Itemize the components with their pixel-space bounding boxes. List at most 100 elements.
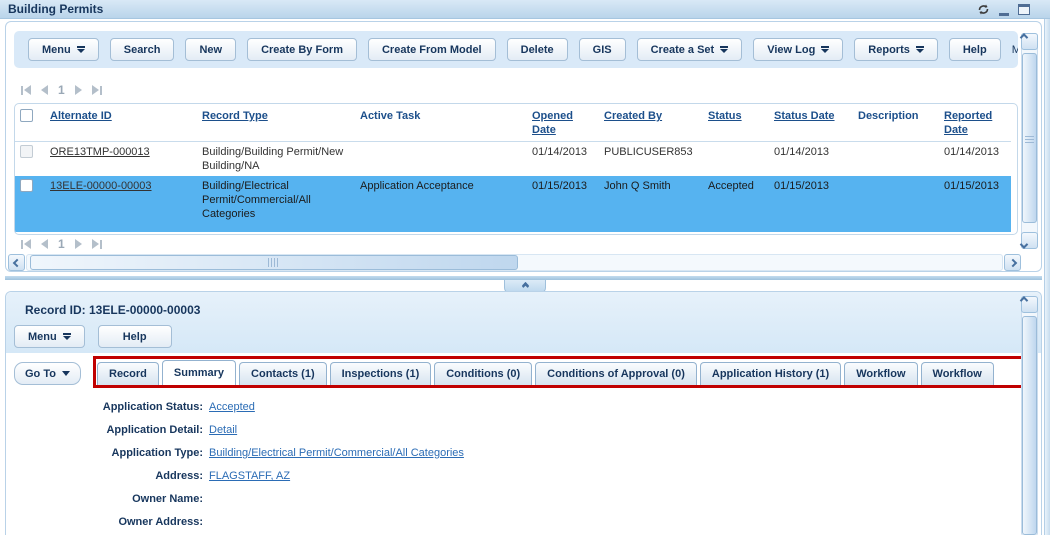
active-task-cell <box>355 142 527 177</box>
tab-contacts[interactable]: Contacts (1) <box>239 362 327 385</box>
status-cell <box>703 142 769 177</box>
select-all-checkbox[interactable] <box>20 109 33 122</box>
next-page-icon[interactable] <box>75 85 82 95</box>
minimize-icon[interactable] <box>999 13 1009 16</box>
scrollbar-thumb[interactable] <box>1022 53 1037 223</box>
delete-button[interactable]: Delete <box>507 38 568 61</box>
column-header-active-task: Active Task <box>360 110 420 122</box>
prev-page-icon[interactable] <box>41 239 48 249</box>
field-label: Application Type: <box>6 446 209 460</box>
last-page-icon[interactable] <box>92 239 102 249</box>
status-date-cell: 01/14/2013 <box>769 142 853 177</box>
tab-inspections[interactable]: Inspections (1) <box>330 362 432 385</box>
active-task-cell: Application Acceptance <box>355 176 527 232</box>
column-header-record-type[interactable]: Record Type <box>202 110 268 122</box>
field-address: Address: FLAGSTAFF, AZ <box>6 469 626 483</box>
column-header-status[interactable]: Status <box>708 110 742 122</box>
reports-button[interactable]: Reports <box>854 38 938 61</box>
record-id-title: Record ID: 13ELE-00000-00003 <box>25 303 200 317</box>
create-from-model-button[interactable]: Create From Model <box>368 38 496 61</box>
detail-help-button[interactable]: Help <box>98 325 172 348</box>
column-header-status-date[interactable]: Status Date <box>774 110 835 122</box>
row-checkbox[interactable] <box>20 179 33 192</box>
chevron-left-icon <box>12 258 20 266</box>
refresh-icon[interactable] <box>977 3 990 16</box>
list-vertical-scrollbar[interactable] <box>1021 33 1038 249</box>
status-cell: Accepted <box>703 176 769 232</box>
application-status-link[interactable]: Accepted <box>209 400 255 414</box>
view-log-button[interactable]: View Log <box>753 38 843 61</box>
help-button[interactable]: Help <box>949 38 1001 61</box>
record-id-link[interactable]: 13ELE-00000-00003 <box>50 180 152 192</box>
maximize-icon[interactable] <box>1018 4 1030 15</box>
reported-date-cell: 01/14/2013 <box>939 142 1011 177</box>
dropdown-icon <box>821 46 829 53</box>
tab-conditions[interactable]: Conditions (0) <box>434 362 532 385</box>
chevron-right-icon <box>1008 258 1016 266</box>
dropdown-icon <box>720 46 728 53</box>
list-toolbar: Menu Search New Create By Form Create Fr… <box>14 31 1018 68</box>
detail-menu-button[interactable]: Menu <box>14 325 85 348</box>
scrollbar-grip <box>1025 134 1034 143</box>
tab-record[interactable]: Record <box>97 362 159 385</box>
search-button[interactable]: Search <box>110 38 175 61</box>
status-date-cell: 01/15/2013 <box>769 176 853 232</box>
column-header-alternate-id[interactable]: Alternate ID <box>50 110 112 122</box>
triangle-down-icon <box>62 371 70 376</box>
gis-button[interactable]: GIS <box>579 38 626 61</box>
record-detail-panel: Record ID: 13ELE-00000-00003 Menu Help G… <box>5 291 1042 535</box>
new-button[interactable]: New <box>185 38 236 61</box>
dropdown-icon <box>77 46 85 53</box>
field-application-status: Application Status: Accepted <box>6 400 626 414</box>
create-a-set-button[interactable]: Create a Set <box>637 38 743 61</box>
first-page-icon[interactable] <box>21 239 31 249</box>
application-type-link[interactable]: Building/Electrical Permit/Commercial/Al… <box>209 446 464 460</box>
my-quickqueries-link[interactable]: My QuickQ <box>1012 44 1018 56</box>
scroll-up-button[interactable] <box>1021 296 1038 313</box>
create-by-form-button[interactable]: Create By Form <box>247 38 357 61</box>
scroll-down-button[interactable] <box>1021 232 1038 249</box>
description-cell <box>853 176 939 232</box>
column-header-opened-date[interactable]: Opened Date <box>532 110 573 136</box>
opened-date-cell: 01/14/2013 <box>527 142 599 177</box>
table-row[interactable]: 13ELE-00000-00003 Building/Electrical Pe… <box>15 176 1011 232</box>
scroll-right-button[interactable] <box>1004 254 1021 271</box>
last-page-icon[interactable] <box>92 85 102 95</box>
page-number: 1 <box>58 83 65 97</box>
records-table: Alternate ID Record Type Active Task Ope… <box>15 104 1011 232</box>
scrollbar-thumb[interactable] <box>30 255 518 270</box>
list-horizontal-scrollbar[interactable] <box>8 254 1021 271</box>
next-page-icon[interactable] <box>75 239 82 249</box>
scroll-left-button[interactable] <box>8 254 25 271</box>
scroll-up-button[interactable] <box>1021 33 1038 50</box>
field-label: Application Status: <box>6 400 209 414</box>
prev-page-icon[interactable] <box>41 85 48 95</box>
tab-workflow[interactable]: Workflow <box>844 362 917 385</box>
tab-conditions-of-approval[interactable]: Conditions of Approval (0) <box>535 362 697 385</box>
detail-vertical-scrollbar[interactable] <box>1021 296 1038 535</box>
records-table-container: Alternate ID Record Type Active Task Ope… <box>14 103 1018 235</box>
table-header-row: Alternate ID Record Type Active Task Ope… <box>15 104 1011 142</box>
column-header-reported-date[interactable]: Reported Date <box>944 110 992 136</box>
pagination-top: 1 <box>21 83 102 97</box>
address-link[interactable]: FLAGSTAFF, AZ <box>209 469 290 483</box>
created-by-cell: John Q Smith <box>599 176 703 232</box>
dropdown-icon <box>916 46 924 53</box>
window-titlebar: Building Permits <box>0 0 1050 19</box>
column-header-created-by[interactable]: Created By <box>604 110 662 122</box>
field-owner-name: Owner Name: <box>6 492 626 506</box>
go-to-button[interactable]: Go To <box>14 362 81 385</box>
tab-summary[interactable]: Summary <box>162 360 236 385</box>
application-detail-link[interactable]: Detail <box>209 423 237 437</box>
record-id-link[interactable]: ORE13TMP-000013 <box>50 146 150 158</box>
created-by-cell: PUBLICUSER853 <box>599 142 703 177</box>
scrollbar-thumb[interactable] <box>1022 316 1037 535</box>
first-page-icon[interactable] <box>21 85 31 95</box>
menu-button[interactable]: Menu <box>28 38 99 61</box>
tab-application-history[interactable]: Application History (1) <box>700 362 841 385</box>
description-cell <box>853 142 939 177</box>
record-type-cell: Building/Electrical Permit/Commercial/Al… <box>197 176 355 232</box>
table-row[interactable]: ORE13TMP-000013 Building/Building Permit… <box>15 142 1011 177</box>
tab-workflow-2[interactable]: Workflow <box>921 362 994 385</box>
tab-annotation-box: Record Summary Contacts (1) Inspections … <box>93 356 1024 388</box>
